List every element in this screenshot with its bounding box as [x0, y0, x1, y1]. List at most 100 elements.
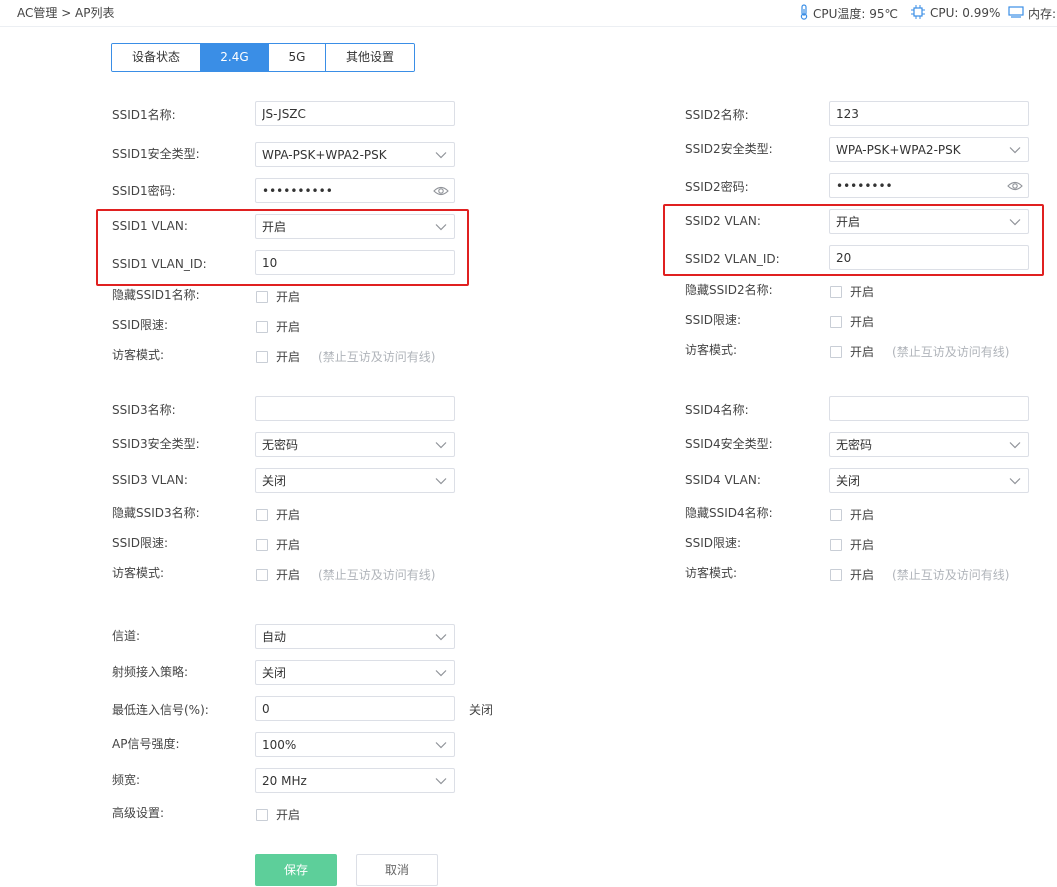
ssid1-hide-label: 隐藏SSID1名称:: [112, 288, 200, 302]
ssid2-name-field[interactable]: [829, 101, 1029, 126]
access-policy-label: 射频接入策略:: [112, 665, 189, 679]
ssid4-name-input[interactable]: [830, 397, 1028, 420]
ssid4-hide-checkbox[interactable]: 开启: [830, 506, 874, 523]
bandwidth-label: 频宽:: [112, 773, 141, 787]
checkbox-box[interactable]: [830, 568, 842, 581]
ssid4-limit-label: SSID限速:: [685, 536, 742, 550]
bandwidth-select[interactable]: 20 MHz: [255, 768, 455, 793]
ssid1-limit-label: SSID限速:: [112, 318, 169, 332]
chevron-down-icon: [1008, 215, 1022, 229]
ssid1-vlan-id-label: SSID1 VLAN_ID:: [112, 257, 207, 271]
ssid1-name-input[interactable]: [256, 102, 454, 125]
ssid2-password-input[interactable]: [830, 174, 1028, 197]
checkbox-box[interactable]: [256, 290, 268, 303]
save-button[interactable]: 保存: [255, 854, 337, 886]
min-signal-field[interactable]: [255, 696, 455, 721]
ssid1-password-field[interactable]: [255, 178, 455, 203]
ssid2-password-field[interactable]: [829, 173, 1029, 198]
ssid2-vlan-select[interactable]: 开启: [829, 209, 1029, 234]
checkbox-label: 开启: [276, 808, 301, 822]
ssid2-guest-checkbox[interactable]: 开启 (禁止互访及访问有线): [830, 343, 1009, 360]
eye-icon[interactable]: [1007, 179, 1023, 193]
ssid3-name-field[interactable]: [255, 396, 455, 421]
ssid3-vlan-value: 关闭: [262, 474, 287, 488]
ssid2-vlan-id-input[interactable]: [830, 246, 1028, 269]
checkbox-label: 开启: [850, 285, 875, 299]
ssid1-vlan-select[interactable]: 开启: [255, 214, 455, 239]
ssid3-limit-checkbox[interactable]: 开启: [256, 536, 300, 553]
ssid1-hide-checkbox[interactable]: 开启: [256, 288, 300, 305]
checkbox-box[interactable]: [830, 315, 842, 328]
min-signal-input[interactable]: [256, 697, 454, 720]
cpu-usage-status: CPU: 0.99%: [910, 4, 1001, 21]
ssid1-guest-checkbox[interactable]: 开启 (禁止互访及访问有线): [256, 348, 435, 365]
checkbox-box[interactable]: [256, 568, 268, 581]
checkbox-label: 开启: [850, 538, 875, 552]
ssid2-vlan-id-label: SSID2 VLAN_ID:: [685, 252, 780, 266]
eye-icon[interactable]: [433, 184, 449, 198]
checkbox-box[interactable]: [830, 285, 842, 298]
checkbox-label: 开启: [276, 290, 301, 304]
cpu-temp-status: CPU温度: 95℃: [799, 3, 899, 21]
ssid2-vlan-value: 开启: [836, 215, 861, 229]
ssid2-security-select[interactable]: WPA-PSK+WPA2-PSK: [829, 137, 1029, 162]
checkbox-box[interactable]: [830, 345, 842, 358]
ssid3-guest-checkbox[interactable]: 开启 (禁止互访及访问有线): [256, 566, 435, 583]
ssid4-guest-checkbox[interactable]: 开启 (禁止互访及访问有线): [830, 566, 1009, 583]
access-policy-value: 关闭: [262, 666, 287, 680]
chevron-down-icon: [434, 630, 448, 644]
chevron-down-icon: [434, 148, 448, 162]
ssid3-vlan-select[interactable]: 关闭: [255, 468, 455, 493]
cancel-button[interactable]: 取消: [356, 854, 438, 886]
memory-status: 内存:: [1008, 5, 1056, 21]
ssid3-vlan-label: SSID3 VLAN:: [112, 473, 188, 487]
ssid1-password-input[interactable]: [256, 179, 454, 202]
ssid3-hide-checkbox[interactable]: 开启: [256, 506, 300, 523]
checkbox-label: 开启: [276, 350, 301, 364]
ssid2-name-input[interactable]: [830, 102, 1028, 125]
guest-hint: (禁止互访及访问有线): [318, 350, 436, 364]
ssid2-hide-checkbox[interactable]: 开启: [830, 283, 874, 300]
ssid1-limit-checkbox[interactable]: 开启: [256, 318, 300, 335]
checkbox-label: 开启: [276, 508, 301, 522]
checkbox-label: 开启: [850, 508, 875, 522]
ssid2-vlan-id-field[interactable]: [829, 245, 1029, 270]
cpu-temp-text: CPU温度: 95℃: [813, 6, 899, 21]
checkbox-box[interactable]: [256, 350, 268, 363]
min-signal-status: 关闭: [469, 703, 494, 717]
checkbox-box[interactable]: [830, 538, 842, 551]
ssid3-name-input[interactable]: [256, 397, 454, 420]
power-select[interactable]: 100%: [255, 732, 455, 757]
tab-2-4g[interactable]: 2.4G: [200, 44, 268, 71]
tab-device-status[interactable]: 设备状态: [112, 44, 200, 71]
ssid1-vlan-id-input[interactable]: [256, 251, 454, 274]
checkbox-box[interactable]: [830, 508, 842, 521]
tab-5g[interactable]: 5G: [268, 44, 325, 71]
checkbox-box[interactable]: [256, 508, 268, 521]
advanced-checkbox[interactable]: 开启: [256, 806, 300, 823]
checkbox-box[interactable]: [256, 538, 268, 551]
tab-other-settings[interactable]: 其他设置: [325, 44, 414, 71]
ssid4-limit-checkbox[interactable]: 开启: [830, 536, 874, 553]
chevron-down-icon: [434, 666, 448, 680]
band-tabs: 设备状态 2.4G 5G 其他设置: [111, 43, 415, 72]
ssid4-vlan-select[interactable]: 关闭: [829, 468, 1029, 493]
ssid1-security-select[interactable]: WPA-PSK+WPA2-PSK: [255, 142, 455, 167]
ssid1-security-label: SSID1安全类型:: [112, 147, 200, 161]
ssid2-vlan-label: SSID2 VLAN:: [685, 214, 761, 228]
ssid4-name-field[interactable]: [829, 396, 1029, 421]
cpu-usage-text: CPU: 0.99%: [930, 6, 1001, 20]
ssid4-security-select[interactable]: 无密码: [829, 432, 1029, 457]
channel-select[interactable]: 自动: [255, 624, 455, 649]
ssid4-guest-label: 访客模式:: [685, 566, 738, 580]
power-label: AP信号强度:: [112, 737, 180, 751]
ssid2-limit-checkbox[interactable]: 开启: [830, 313, 874, 330]
ssid2-name-label: SSID2名称:: [685, 108, 749, 122]
checkbox-box[interactable]: [256, 808, 268, 821]
checkbox-box[interactable]: [256, 320, 268, 333]
ssid1-vlan-id-field[interactable]: [255, 250, 455, 275]
ssid2-limit-label: SSID限速:: [685, 313, 742, 327]
access-policy-select[interactable]: 关闭: [255, 660, 455, 685]
ssid1-name-field[interactable]: [255, 101, 455, 126]
ssid3-security-select[interactable]: 无密码: [255, 432, 455, 457]
